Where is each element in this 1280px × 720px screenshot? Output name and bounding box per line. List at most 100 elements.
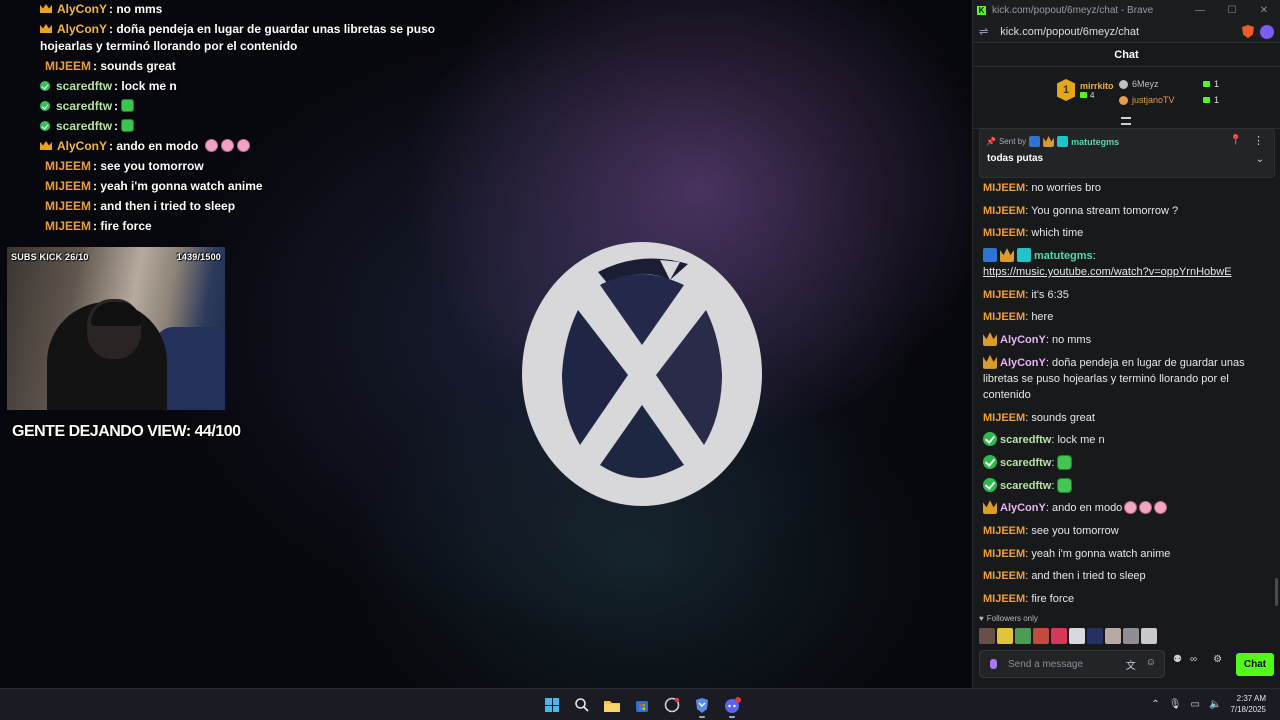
chat-username[interactable]: scaredftw (1000, 434, 1051, 446)
chat-message-text: no worries bro (1031, 182, 1102, 194)
chat-username[interactable]: scaredftw (1000, 480, 1051, 492)
chat-username[interactable]: MIJEEM (983, 570, 1025, 582)
network-icon[interactable]: ▭ (1191, 699, 1200, 710)
chat-username[interactable]: MIJEEM (983, 311, 1025, 323)
leaderboard-row[interactable]: 6Meyz 1 (1119, 79, 1219, 89)
browser-icon[interactable] (660, 694, 684, 716)
chat-username[interactable]: AlyConY (1000, 502, 1046, 514)
close-icon[interactable]: ✕ (1248, 5, 1280, 16)
chat-message-text: fire force (1031, 593, 1075, 605)
overlay-message-text: : yeah i'm gonna watch anime (93, 179, 263, 193)
store-icon[interactable] (630, 694, 654, 716)
pinned-sent-by: Sent by (998, 137, 1027, 146)
chat-username[interactable]: MIJEEM (983, 412, 1025, 424)
overlay-message-text: : (114, 99, 122, 113)
chevron-up-icon[interactable]: ⌃ (1151, 699, 1159, 710)
emote-icon[interactable] (979, 628, 995, 644)
chat-username[interactable]: MIJEEM (983, 593, 1025, 605)
chat-username[interactable]: AlyConY (1000, 357, 1046, 369)
emote-icon[interactable] (1123, 628, 1139, 644)
clock[interactable]: 2:37 AM 7/18/2025 (1230, 693, 1266, 715)
username-separator: : (1092, 250, 1096, 263)
chevron-down-icon[interactable]: ⌄ (1256, 154, 1264, 165)
stream-video[interactable]: AlyConY: no mms AlyConY: doña pendeja en … (0, 0, 972, 688)
stream-chat-overlay: AlyConY: no mms AlyConY: doña pendeja en … (40, 0, 470, 237)
heart-icon: ♥ (979, 614, 984, 623)
green-emote-icon (1057, 454, 1073, 470)
translate-icon[interactable]: 文 (1126, 657, 1136, 672)
message-link[interactable]: https://music.youtube.com/watch?v=oppYrn… (983, 266, 1232, 278)
pig-emote-icon (204, 139, 218, 152)
emoji-icon[interactable]: ☺ (1146, 657, 1156, 672)
chat-message: AlyConY: ando en modo (983, 497, 1265, 520)
chat-username[interactable]: MIJEEM (983, 289, 1025, 301)
chat-username[interactable]: MIJEEM (983, 525, 1025, 537)
chat-message-text: yeah i'm gonna watch anime (1031, 547, 1171, 560)
emote-icon[interactable] (1105, 628, 1121, 644)
pig-emote-icon (220, 139, 234, 152)
rank-medal-icon: 1 (1057, 79, 1075, 101)
chat-username[interactable]: MIJEEM (983, 227, 1025, 239)
chat-input[interactable] (1008, 658, 1118, 670)
overlay-username: MIJEEM (45, 59, 92, 73)
chat-message: MIJEEM: no worries bro (983, 177, 1265, 200)
volume-icon[interactable]: 🔈 (1209, 699, 1221, 710)
emote-icon[interactable] (1087, 628, 1103, 644)
minimize-icon[interactable]: — (1184, 5, 1216, 16)
send-chat-button[interactable]: Chat (1236, 653, 1274, 676)
leaderboard-first[interactable]: 1 mirrkito 4 (1057, 79, 1114, 101)
chat-username[interactable]: MIJEEM (983, 205, 1025, 217)
emote-icon[interactable] (1141, 628, 1157, 644)
overlay-username: scaredftw (56, 79, 113, 93)
site-settings-icon[interactable]: ⇌ (979, 25, 988, 38)
emote-icon[interactable] (1069, 628, 1085, 644)
pinned-user[interactable]: matutegms (1071, 137, 1119, 147)
chat-username[interactable]: scaredftw (1000, 457, 1051, 469)
gift-icon (1202, 97, 1210, 103)
windows-start-icon[interactable] (540, 694, 564, 716)
points-icon[interactable]: ⚉ (1173, 654, 1182, 665)
search-icon[interactable] (570, 694, 594, 716)
file-explorer-icon[interactable] (600, 694, 624, 716)
settings-gear-icon[interactable]: ⚙ (1213, 654, 1222, 665)
crown-badge-icon (1043, 136, 1055, 147)
brave-rewards-icon[interactable] (1260, 24, 1274, 39)
overlay-chat-line: scaredftw: (40, 117, 470, 137)
pinned-message[interactable]: 📌 Sent by matutegms todas putas 📍 ⋮ ⌄ (979, 128, 1275, 178)
chat-message-text: and then i tried to sleep (1031, 570, 1146, 583)
maximize-icon[interactable]: ☐ (1216, 5, 1248, 16)
gift-leaderboard: 1 mirrkito 4 6Meyz 1 justjanoTV 1 (973, 67, 1280, 129)
chat-username[interactable]: MIJEEM (983, 182, 1025, 194)
emote-icon[interactable] (1015, 628, 1031, 644)
microphone-icon[interactable] (990, 659, 997, 669)
leaderboard-row[interactable]: justjanoTV 1 (1119, 95, 1219, 105)
chat-username[interactable]: AlyConY (1000, 334, 1046, 346)
emote-icon[interactable] (1033, 628, 1049, 644)
more-options-icon[interactable]: ⋮ (1253, 134, 1264, 147)
overlay-message-text: : no mms (109, 2, 163, 16)
chat-input-box[interactable]: 文 ☺ (979, 650, 1165, 678)
emote-icon[interactable] (997, 628, 1013, 644)
brave-shield-icon[interactable] (1242, 25, 1254, 38)
chat-messages: MIJEEM: no worries bro MIJEEM: You gonna … (983, 177, 1265, 611)
chat-username[interactable]: MIJEEM (983, 548, 1025, 560)
brave-icon[interactable] (690, 694, 714, 718)
leaderboard-collapse-icon[interactable] (1121, 117, 1131, 125)
leaderboard-name: 6Meyz (1132, 79, 1159, 89)
pinned-text: todas putas (987, 153, 1044, 164)
chat-username[interactable]: matutegms (1034, 250, 1093, 262)
infinity-icon[interactable]: ∞ (1190, 654, 1197, 665)
overlay-message-text: : lock me n (114, 79, 177, 93)
address-bar[interactable]: ⇌ kick.com/popout/6meyz/chat (973, 21, 1280, 43)
overlay-chat-line: AlyConY: doña pendeja en lugar de guarda… (40, 20, 470, 57)
chat-scrollbar[interactable] (1275, 578, 1278, 606)
taskbar: ⌃ 🎙 ▭ 🔈 2:37 AM 7/18/2025 (0, 688, 1280, 720)
url-text[interactable]: kick.com/popout/6meyz/chat (1000, 26, 1139, 38)
window-title: kick.com/popout/6meyz/chat - Brave (992, 5, 1154, 16)
chat-message: MIJEEM: fire force (983, 588, 1265, 611)
microphone-tray-icon[interactable]: 🎙 (1169, 699, 1182, 710)
discord-icon[interactable] (720, 694, 744, 718)
unpin-icon[interactable]: 📍 (1230, 135, 1242, 146)
chat-message-text: see you tomorrow (1031, 524, 1119, 537)
emote-icon[interactable] (1051, 628, 1067, 644)
